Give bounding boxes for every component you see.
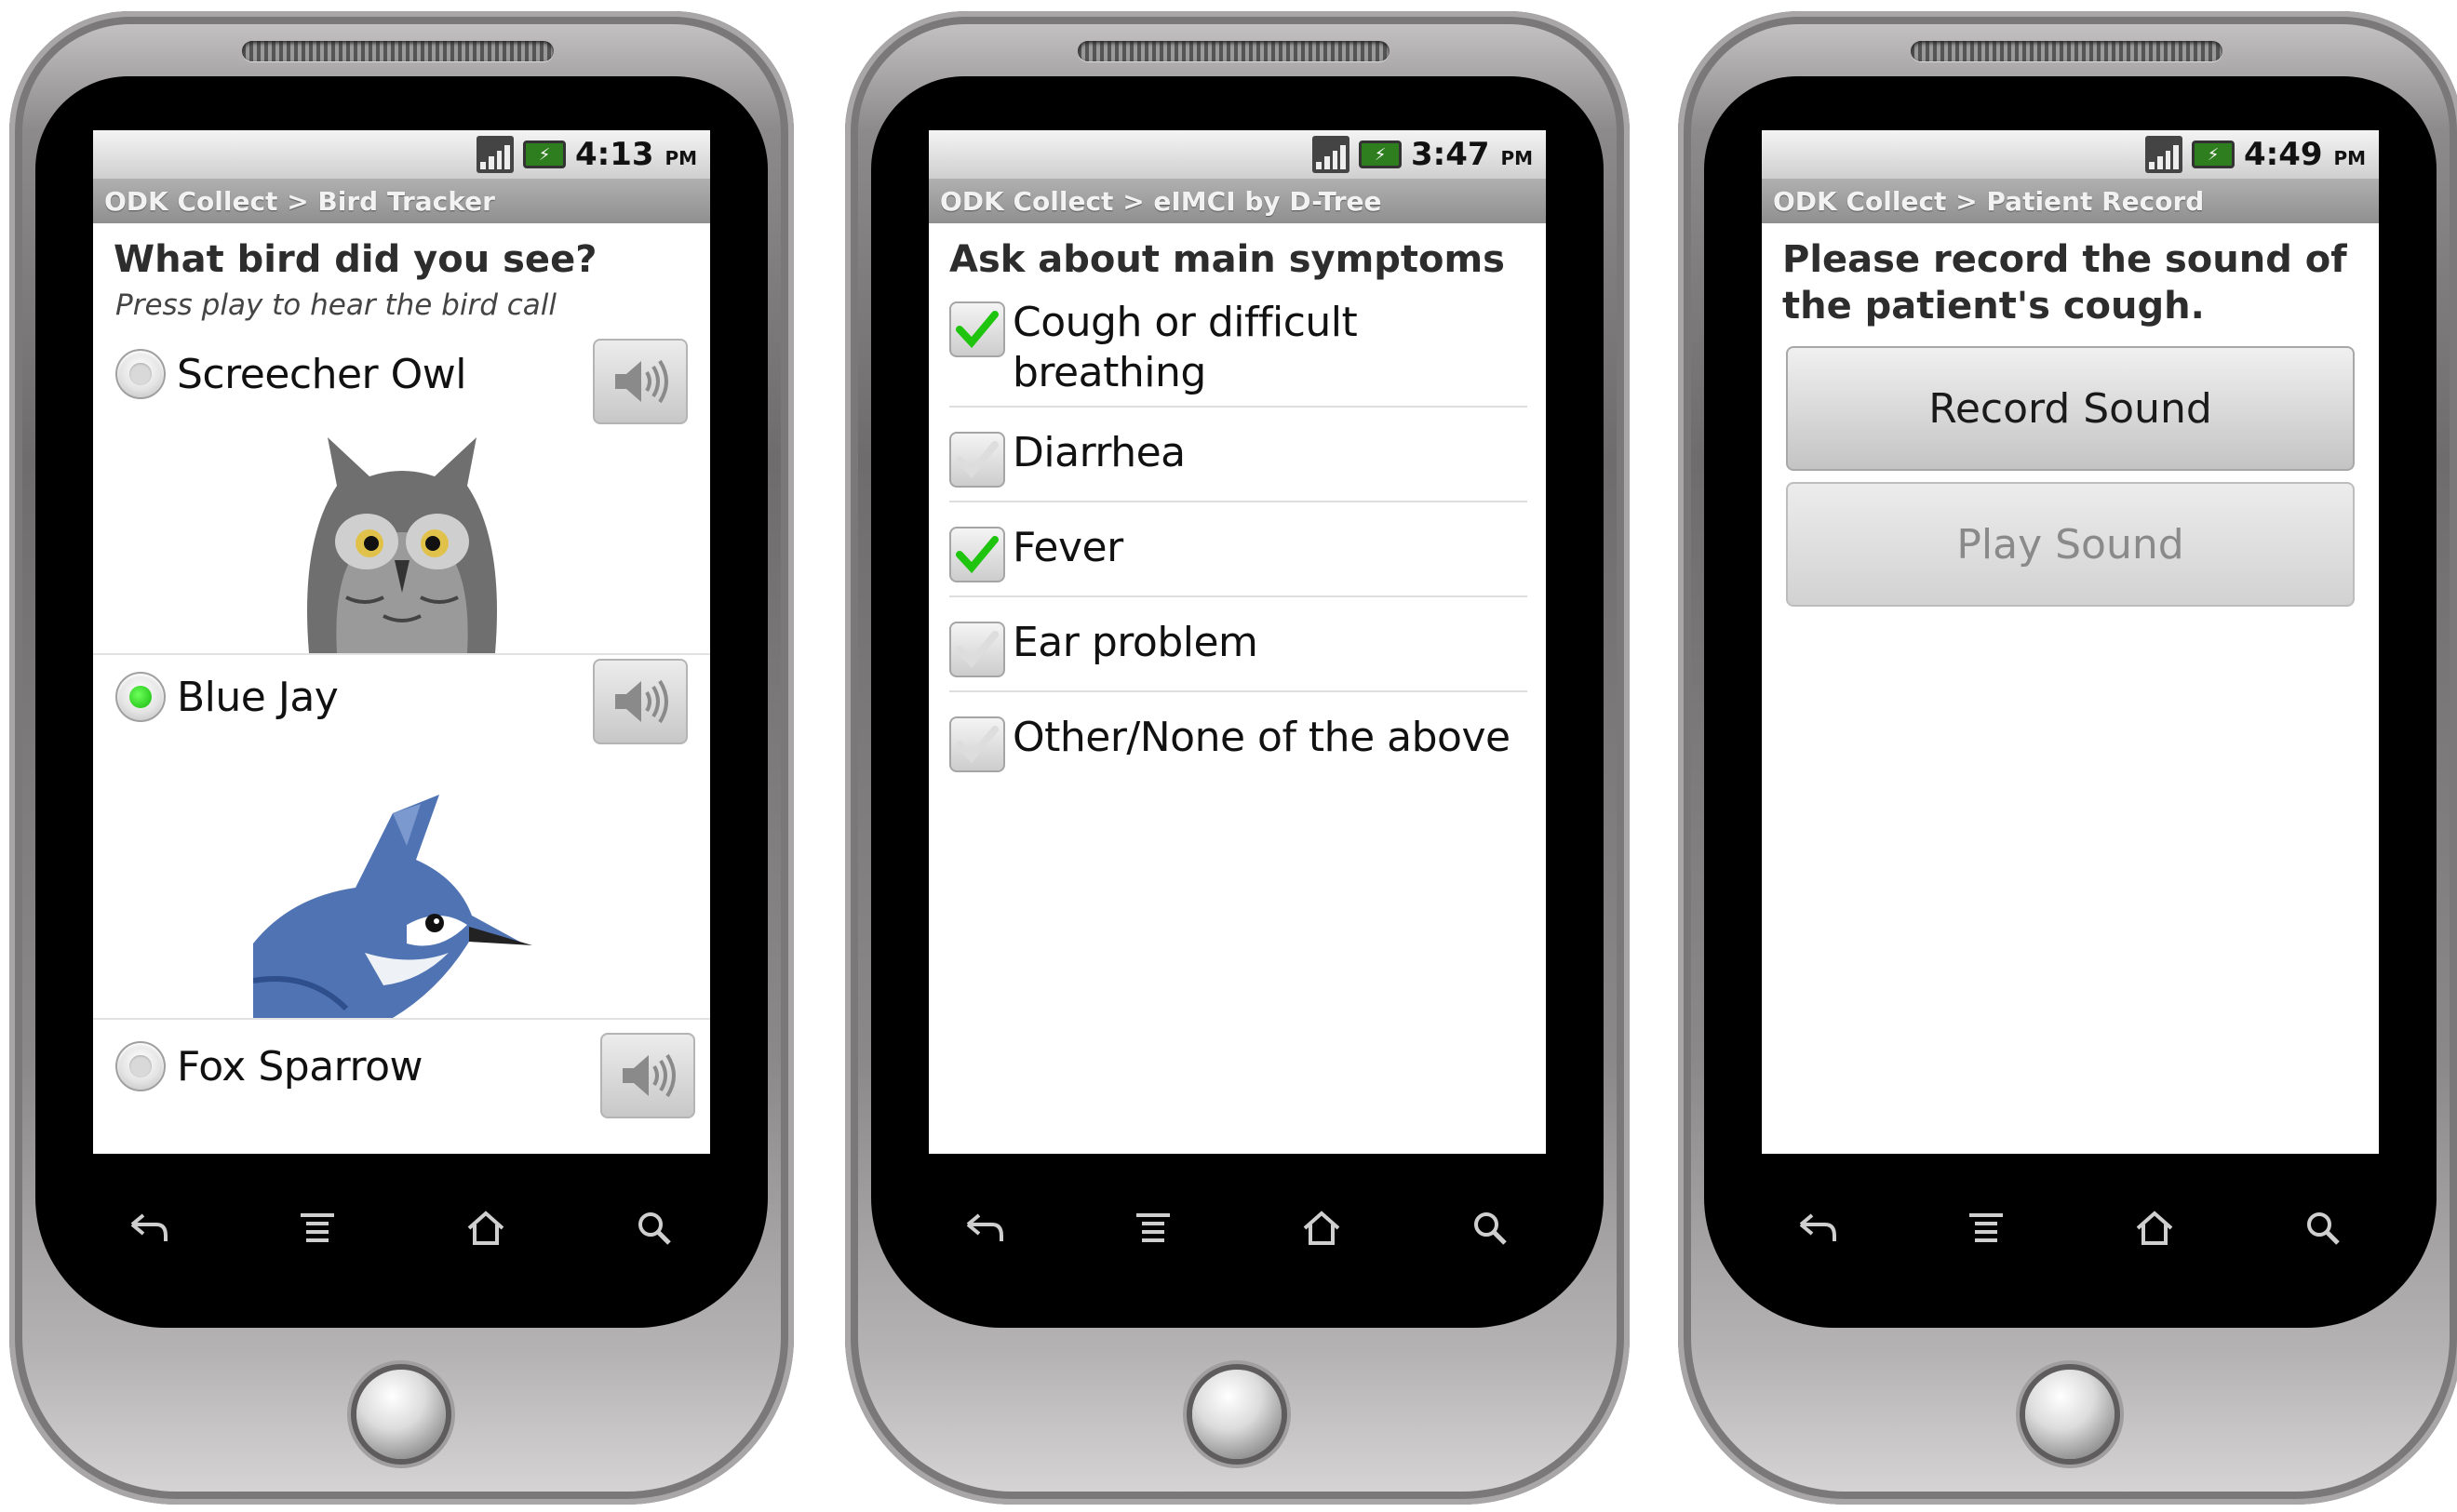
checkmark-icon bbox=[956, 536, 999, 573]
play-audio-button[interactable] bbox=[593, 659, 688, 744]
search-icon[interactable] bbox=[2295, 1200, 2351, 1256]
app-title-bar: ODK Collect > eIMCI by D-Tree bbox=[929, 179, 1546, 223]
checkbox[interactable] bbox=[949, 716, 1005, 772]
phone-patient-record: ⚡ 4:49 PM ODK Collect > Patient Record P… bbox=[1678, 11, 2457, 1505]
checkbox-item[interactable]: Fever bbox=[949, 502, 1527, 597]
signal-icon bbox=[2145, 136, 2183, 173]
status-clock: 4:49 PM bbox=[2244, 136, 2366, 173]
battery-icon: ⚡ bbox=[2192, 140, 2235, 168]
status-bar: ⚡ 4:13 PM bbox=[93, 130, 710, 179]
checkbox-label: Diarrhea bbox=[1013, 429, 1186, 476]
speaker-icon bbox=[623, 1053, 676, 1098]
checkbox[interactable] bbox=[949, 301, 1005, 357]
hardware-nav-bar bbox=[1771, 1191, 2370, 1265]
play-sound-button[interactable]: Play Sound bbox=[1786, 482, 2355, 607]
home-icon[interactable] bbox=[1294, 1200, 1349, 1256]
checkmark-icon bbox=[956, 726, 999, 763]
status-bar: ⚡ 3:47 PM bbox=[929, 130, 1546, 179]
record-sound-button[interactable]: Record Sound bbox=[1786, 346, 2355, 471]
status-clock: 3:47 PM bbox=[1411, 136, 1533, 173]
checkbox-label: Other/None of the above bbox=[1013, 714, 1510, 761]
hardware-nav-bar bbox=[102, 1191, 701, 1265]
bird-option[interactable]: Blue Jay bbox=[93, 655, 710, 1020]
status-bar: ⚡ 4:49 PM bbox=[1762, 130, 2379, 179]
status-clock: 4:13 PM bbox=[575, 136, 697, 173]
checkbox-label: Fever bbox=[1013, 524, 1123, 571]
checkbox[interactable] bbox=[949, 527, 1005, 582]
phone-eimci: ⚡ 3:47 PM ODK Collect > eIMCI by D-Tree … bbox=[845, 11, 1630, 1505]
play-audio-button[interactable] bbox=[593, 339, 688, 424]
trackball[interactable] bbox=[1192, 1370, 1282, 1459]
screen: ⚡ 4:49 PM ODK Collect > Patient Record P… bbox=[1762, 130, 2379, 1154]
radio-button[interactable] bbox=[115, 1041, 166, 1091]
checkbox-item[interactable]: Ear problem bbox=[949, 597, 1527, 692]
checkbox-item[interactable]: Diarrhea bbox=[949, 408, 1527, 502]
question-label: What bird did you see? bbox=[114, 238, 597, 281]
search-icon[interactable] bbox=[626, 1200, 682, 1256]
option-label: Blue Jay bbox=[177, 673, 339, 721]
home-icon[interactable] bbox=[2127, 1200, 2182, 1256]
back-icon[interactable] bbox=[957, 1200, 1013, 1256]
menu-icon[interactable] bbox=[1958, 1200, 2014, 1256]
question-hint: Press play to hear the bird call bbox=[115, 288, 557, 322]
hardware-nav-bar bbox=[938, 1191, 1537, 1265]
option-label: Fox Sparrow bbox=[177, 1042, 423, 1091]
screen: ⚡ 4:13 PM ODK Collect > Bird Tracker Wha… bbox=[93, 130, 710, 1154]
search-icon[interactable] bbox=[1462, 1200, 1518, 1256]
menu-icon[interactable] bbox=[289, 1200, 345, 1256]
battery-icon: ⚡ bbox=[1359, 140, 1403, 168]
checkmark-icon bbox=[956, 631, 999, 668]
battery-icon: ⚡ bbox=[523, 140, 567, 168]
bird-option[interactable]: Fox Sparrow bbox=[93, 1020, 710, 1118]
trackball[interactable] bbox=[356, 1370, 446, 1459]
checkmark-icon bbox=[956, 311, 999, 348]
signal-icon bbox=[477, 136, 515, 173]
checkbox-label: Cough or difficult breathing bbox=[1013, 299, 1358, 396]
earpiece-speaker bbox=[1078, 41, 1390, 61]
back-icon[interactable] bbox=[121, 1200, 177, 1256]
signal-icon bbox=[1312, 136, 1350, 173]
phone-bird-tracker: ⚡ 4:13 PM ODK Collect > Bird Tracker Wha… bbox=[9, 11, 794, 1505]
screen: ⚡ 3:47 PM ODK Collect > eIMCI by D-Tree … bbox=[929, 130, 1546, 1154]
checkbox-item[interactable]: Cough or difficult breathing bbox=[949, 287, 1527, 408]
checkbox-label: Ear problem bbox=[1013, 619, 1258, 666]
play-audio-button[interactable] bbox=[600, 1033, 695, 1118]
checkbox-item[interactable]: Other/None of the above bbox=[949, 692, 1527, 785]
checkmark-icon bbox=[956, 441, 999, 478]
earpiece-speaker bbox=[242, 41, 554, 61]
blue-jay-image bbox=[93, 739, 710, 1018]
back-icon[interactable] bbox=[1790, 1200, 1846, 1256]
speaker-icon bbox=[615, 679, 668, 724]
owl-image bbox=[93, 421, 710, 653]
option-label: Screecher Owl bbox=[177, 350, 466, 398]
home-icon[interactable] bbox=[458, 1200, 514, 1256]
app-title-bar: ODK Collect > Patient Record bbox=[1762, 179, 2379, 223]
radio-button[interactable] bbox=[115, 349, 166, 399]
earpiece-speaker bbox=[1911, 41, 2222, 61]
bird-option[interactable]: Screecher Owl bbox=[93, 328, 710, 655]
menu-icon[interactable] bbox=[1125, 1200, 1181, 1256]
checkbox[interactable] bbox=[949, 432, 1005, 488]
checkbox-list: Cough or difficult breathing Diarrhea Fe… bbox=[929, 283, 1546, 785]
app-title-bar: ODK Collect > Bird Tracker bbox=[93, 179, 710, 223]
trackball[interactable] bbox=[2025, 1370, 2115, 1459]
radio-button[interactable] bbox=[115, 672, 166, 722]
question-label: Ask about main symptoms bbox=[949, 238, 1505, 281]
checkbox[interactable] bbox=[949, 622, 1005, 677]
speaker-icon bbox=[615, 359, 668, 404]
question-label: Please record the sound of the patient's… bbox=[1782, 238, 2347, 328]
